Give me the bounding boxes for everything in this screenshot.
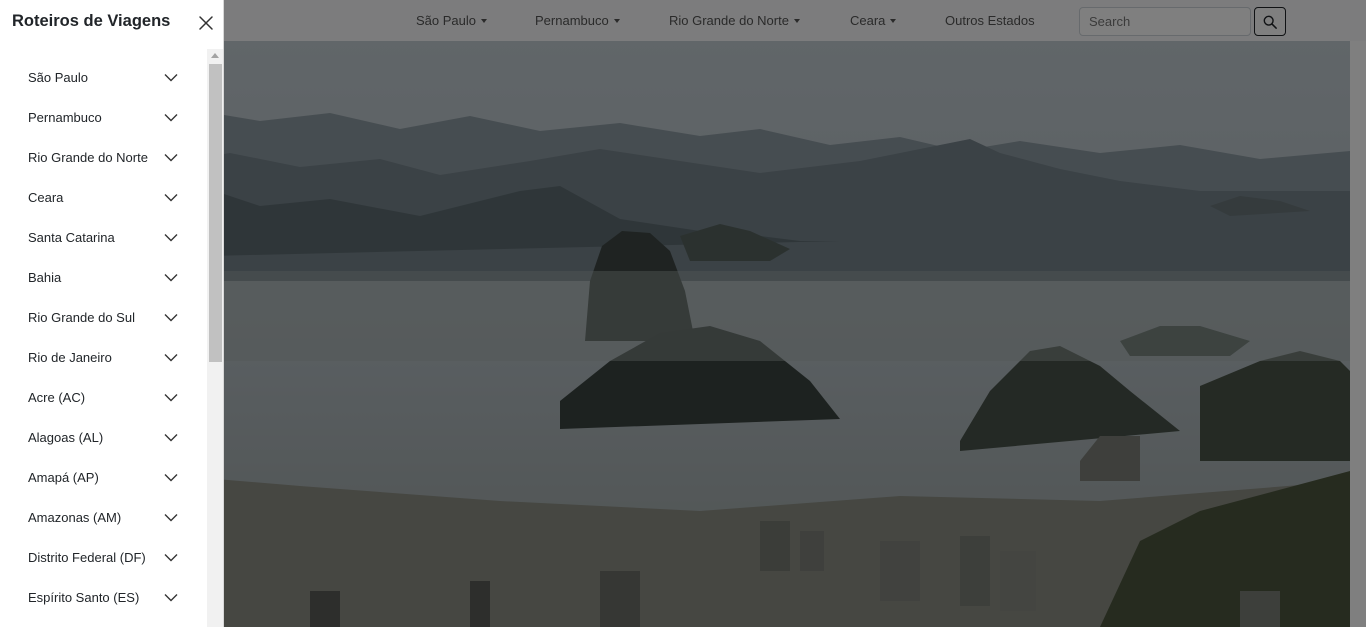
offcanvas-title: Roteiros de Viagens: [12, 12, 171, 30]
chevron-down-icon: [164, 434, 178, 442]
list-item-rio-de-janeiro[interactable]: Rio de Janeiro: [0, 338, 207, 378]
offcanvas-sidebar: Roteiros de Viagens São Paulo Pernambuco…: [0, 0, 224, 627]
list-item-label: Amapá (AP): [28, 470, 99, 485]
list-item-label: Amazonas (AM): [28, 510, 122, 525]
chevron-down-icon: [164, 514, 178, 522]
chevron-down-icon: [164, 74, 178, 82]
close-icon: [199, 16, 213, 30]
chevron-down-icon: [164, 594, 178, 602]
list-item-amapa[interactable]: Amapá (AP): [0, 458, 207, 498]
list-item-label: Bahia: [28, 270, 62, 285]
list-item-label: Rio Grande do Norte: [28, 150, 148, 165]
list-item-label: Alagoas (AL): [28, 430, 104, 445]
list-item-label: Espírito Santo (ES): [28, 590, 140, 605]
list-item-bahia[interactable]: Bahia: [0, 258, 207, 298]
list-item-santa-catarina[interactable]: Santa Catarina: [0, 218, 207, 258]
list-item-rio-grande-do-sul[interactable]: Rio Grande do Sul: [0, 298, 207, 338]
scroll-up-arrow-icon[interactable]: [211, 53, 219, 58]
list-item-label: Distrito Federal (DF): [28, 550, 146, 565]
scrollbar-thumb[interactable]: [209, 64, 222, 362]
chevron-down-icon: [164, 314, 178, 322]
list-item-alagoas[interactable]: Alagoas (AL): [0, 418, 207, 458]
list-item-label: Ceara: [28, 190, 64, 205]
chevron-down-icon: [164, 554, 178, 562]
list-item-label: Santa Catarina: [28, 230, 115, 245]
sidebar-scrollbar[interactable]: [207, 49, 223, 627]
list-item-sao-paulo[interactable]: São Paulo: [0, 58, 207, 98]
chevron-down-icon: [164, 194, 178, 202]
list-item-distrito-federal[interactable]: Distrito Federal (DF): [0, 538, 207, 578]
list-item-label: São Paulo: [28, 70, 88, 85]
list-item-rio-grande-do-norte[interactable]: Rio Grande do Norte: [0, 138, 207, 178]
list-item-espirito-santo[interactable]: Espírito Santo (ES): [0, 578, 207, 618]
list-item-amazonas[interactable]: Amazonas (AM): [0, 498, 207, 538]
chevron-down-icon: [164, 114, 178, 122]
chevron-down-icon: [164, 154, 178, 162]
state-accordion-list: São Paulo Pernambuco Rio Grande do Norte…: [0, 58, 207, 627]
list-item-acre[interactable]: Acre (AC): [0, 378, 207, 418]
list-item-label: Acre (AC): [28, 390, 86, 405]
list-item-label: Rio de Janeiro: [28, 350, 112, 365]
chevron-down-icon: [164, 474, 178, 482]
list-item-label: Rio Grande do Sul: [28, 310, 135, 325]
chevron-down-icon: [164, 274, 178, 282]
chevron-down-icon: [164, 354, 178, 362]
close-button[interactable]: [196, 13, 216, 33]
list-item-ceara[interactable]: Ceara: [0, 178, 207, 218]
chevron-down-icon: [164, 394, 178, 402]
list-item-label: Pernambuco: [28, 110, 102, 125]
chevron-down-icon: [164, 234, 178, 242]
list-item-pernambuco[interactable]: Pernambuco: [0, 98, 207, 138]
